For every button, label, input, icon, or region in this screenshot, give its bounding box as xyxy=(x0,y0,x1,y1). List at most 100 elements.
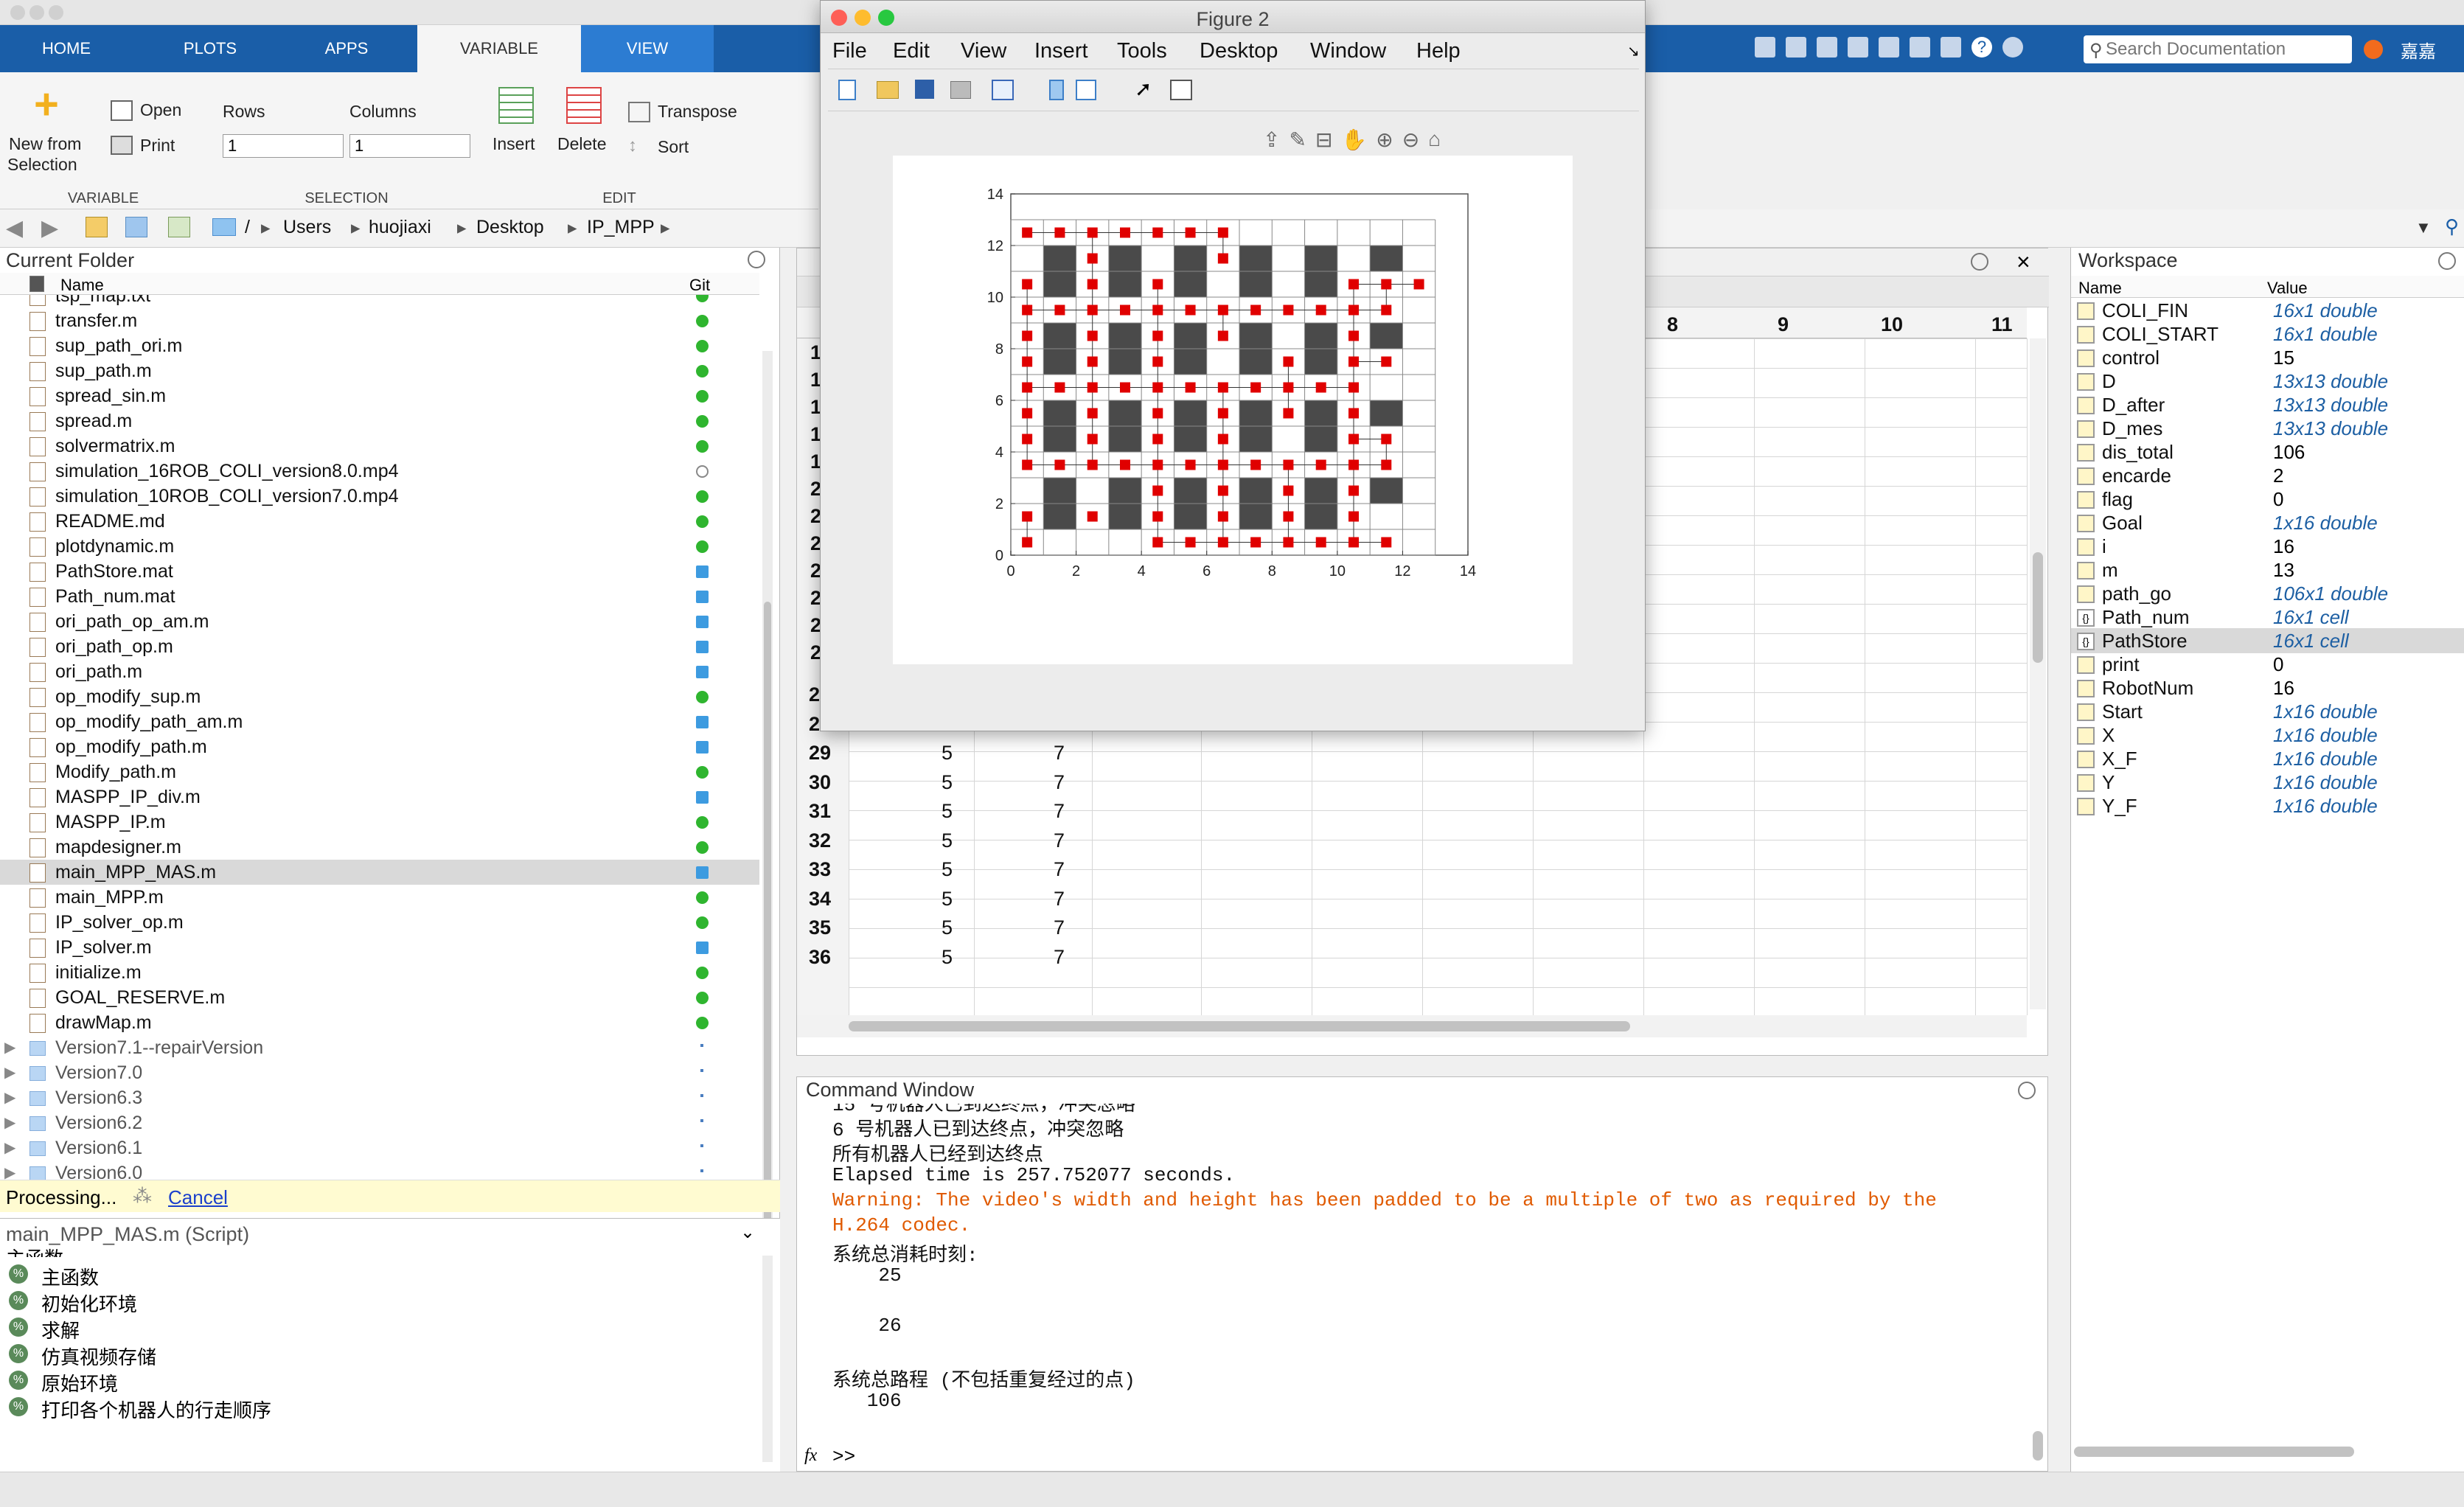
transpose-button[interactable]: Transpose xyxy=(658,102,737,122)
row-header[interactable]: 32 xyxy=(809,829,831,852)
file-item[interactable]: IP_solver.m xyxy=(0,935,759,960)
figure-menu-edit[interactable]: Edit xyxy=(893,39,930,63)
breadcrumb-huojiaxi[interactable]: huojiaxi xyxy=(369,217,431,238)
ws-column-value[interactable]: Value xyxy=(2267,279,2308,298)
breadcrumb-root[interactable]: / xyxy=(245,217,250,238)
workspace-var-row[interactable]: X 1x16 double xyxy=(2071,723,2464,748)
table-cell[interactable]: 7 xyxy=(1054,800,1065,823)
columns-field[interactable]: 1 xyxy=(349,134,470,158)
tab-home[interactable]: HOME xyxy=(0,25,133,72)
file-item[interactable]: spread.m xyxy=(0,408,759,434)
workspace-var-row[interactable]: {} Path_num 16x1 cell xyxy=(2071,605,2464,630)
file-item[interactable]: initialize.m xyxy=(0,960,759,985)
workspace-var-row[interactable]: encarde 2 xyxy=(2071,463,2464,488)
export-icon[interactable]: ⇪ xyxy=(1263,128,1280,157)
rows-field[interactable]: 1 xyxy=(223,134,344,158)
figure-menu-help[interactable]: Help xyxy=(1416,39,1461,63)
h-scrollbar[interactable] xyxy=(797,1015,2027,1037)
table-cell[interactable]: 7 xyxy=(1054,771,1065,794)
v-scrollbar[interactable] xyxy=(2030,338,2046,1009)
row-header[interactable]: 35 xyxy=(809,916,831,939)
figure-menu-insert[interactable]: Insert xyxy=(1034,39,1088,63)
breadcrumb-users[interactable]: Users xyxy=(283,217,331,238)
open-button[interactable]: Open xyxy=(140,100,181,120)
table-cell[interactable]: 7 xyxy=(1054,858,1065,881)
table-cell[interactable]: 5 xyxy=(942,771,953,794)
workspace-var-row[interactable]: COLI_START 16x1 double xyxy=(2071,321,2464,347)
undo-icon[interactable] xyxy=(1879,37,1899,58)
workspace-var-row[interactable]: Y 1x16 double xyxy=(2071,770,2464,795)
tab-apps[interactable]: APPS xyxy=(280,25,413,72)
file-item[interactable]: Path_num.mat xyxy=(0,584,759,609)
zoom-in-icon[interactable]: ⊕ xyxy=(1376,128,1393,157)
workspace-var-row[interactable]: control 15 xyxy=(2071,345,2464,370)
workspace-var-row[interactable]: Start 1x16 double xyxy=(2071,699,2464,724)
file-item[interactable]: ori_path_op_am.m xyxy=(0,609,759,634)
file-item[interactable]: sup_path_ori.m xyxy=(0,333,759,358)
table-cell[interactable]: 5 xyxy=(942,829,953,852)
workspace-menu-icon[interactable] xyxy=(2438,252,2456,270)
help-icon[interactable]: ? xyxy=(1971,37,1992,58)
pointer-icon[interactable]: ➚ xyxy=(1135,77,1152,101)
table-cell[interactable]: 5 xyxy=(942,888,953,911)
tab-view[interactable]: VIEW xyxy=(581,25,714,72)
datatip-icon[interactable]: ⊟ xyxy=(1315,128,1332,157)
tab-variable[interactable]: VARIABLE xyxy=(417,25,581,72)
table-cell[interactable]: 7 xyxy=(1054,888,1065,911)
col-header-10[interactable]: 10 xyxy=(1881,313,1903,336)
delete-button[interactable]: Delete xyxy=(557,134,606,154)
paste-icon[interactable] xyxy=(1848,37,1868,58)
figure-menu-window[interactable]: Window xyxy=(1310,39,1386,63)
command-scrollbar[interactable] xyxy=(2033,1431,2043,1461)
folder-item[interactable]: ▶ Version6.1 xyxy=(0,1135,759,1160)
fx-icon[interactable]: fx xyxy=(804,1446,817,1466)
expand-arrow-icon[interactable]: ▶ xyxy=(4,1138,15,1157)
file-item[interactable]: plotdynamic.m xyxy=(0,534,759,559)
expand-arrow-icon[interactable]: ▶ xyxy=(4,1113,15,1132)
pan-icon[interactable]: ✋ xyxy=(1341,128,1367,157)
zoom-dot[interactable] xyxy=(49,5,63,20)
folder-item[interactable]: ▶ Version6.2 xyxy=(0,1110,759,1135)
property-inspector-icon[interactable] xyxy=(1170,80,1192,100)
workspace-var-row[interactable]: path_go 106x1 double xyxy=(2071,581,2464,606)
table-cell[interactable]: 5 xyxy=(942,742,953,765)
file-item[interactable]: main_MPP_MAS.m xyxy=(0,860,759,885)
breadcrumb-desktop[interactable]: Desktop xyxy=(476,217,544,238)
plus-icon[interactable]: + xyxy=(34,83,66,126)
table-cell[interactable]: 7 xyxy=(1054,946,1065,969)
file-item[interactable]: op_modify_path_am.m xyxy=(0,709,759,734)
row-header[interactable]: 36 xyxy=(809,946,831,969)
minimize-dot[interactable] xyxy=(29,5,44,20)
file-item[interactable]: op_modify_sup.m xyxy=(0,684,759,709)
file-item[interactable]: simulation_10ROB_COLI_version7.0.mp4 xyxy=(0,484,759,509)
col-header-9[interactable]: 9 xyxy=(1778,313,1789,336)
file-item[interactable]: MASPP_IP_div.m xyxy=(0,784,759,810)
column-git[interactable]: Git xyxy=(689,276,710,295)
workspace-var-row[interactable]: flag 0 xyxy=(2071,487,2464,512)
figure-menu-desktop[interactable]: Desktop xyxy=(1200,39,1278,63)
dock-arrow-icon[interactable]: ↘ xyxy=(1627,42,1640,60)
col-header-8[interactable]: 8 xyxy=(1667,313,1678,336)
file-item[interactable]: transfer.m xyxy=(0,308,759,333)
community-icon[interactable] xyxy=(2002,37,2023,58)
redo-icon[interactable] xyxy=(1910,37,1930,58)
table-cell[interactable]: 5 xyxy=(942,916,953,939)
address-dropdown-icon[interactable]: ▼ xyxy=(2415,218,2432,237)
table-cell[interactable]: 7 xyxy=(1054,742,1065,765)
command-prompt[interactable]: >> xyxy=(832,1446,855,1468)
workspace-var-row[interactable]: {} PathStore 16x1 cell xyxy=(2071,628,2464,653)
browse-folder-icon[interactable] xyxy=(125,217,147,237)
save-icon[interactable] xyxy=(1755,37,1775,58)
switch-windows-icon[interactable] xyxy=(1941,37,1961,58)
cancel-link[interactable]: Cancel xyxy=(168,1186,228,1209)
brush-icon[interactable]: ✎ xyxy=(1289,128,1306,157)
folder-item[interactable]: ▶ Version7.1--repairVersion xyxy=(0,1035,759,1060)
workspace-var-row[interactable]: COLI_FIN 16x1 double xyxy=(2071,298,2464,323)
file-item[interactable]: solvermatrix.m xyxy=(0,434,759,459)
column-name[interactable]: Name xyxy=(60,276,104,295)
notification-icon[interactable] xyxy=(2364,40,2383,59)
address-search-icon[interactable]: ⚲ xyxy=(2445,215,2459,238)
file-item[interactable]: spread_sin.m xyxy=(0,383,759,408)
workspace-var-row[interactable]: RobotNum 16 xyxy=(2071,675,2464,700)
file-item[interactable]: ori_path.m xyxy=(0,659,759,684)
